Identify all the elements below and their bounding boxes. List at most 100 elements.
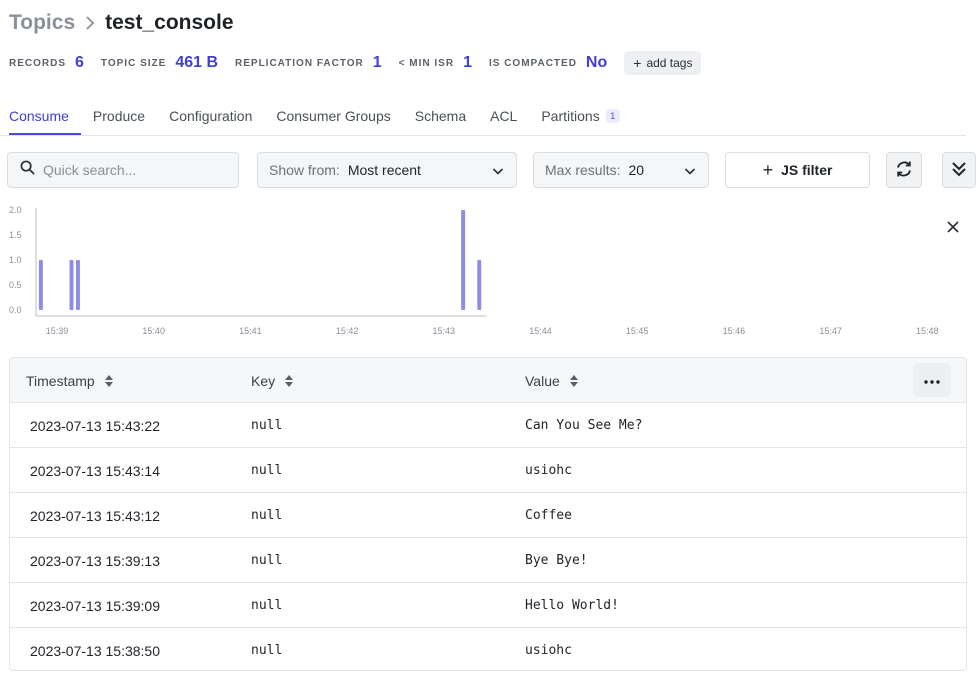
cell-key: null	[251, 418, 283, 433]
stat-is-compacted: IS COMPACTED No	[489, 54, 607, 72]
chevron-right-icon	[85, 16, 95, 30]
chevron-down-icon	[492, 164, 504, 180]
quick-search[interactable]	[7, 152, 239, 188]
cell-key: null	[251, 598, 283, 613]
column-settings-button[interactable]	[913, 363, 951, 397]
search-input[interactable]	[43, 162, 223, 178]
add-tags-button[interactable]: + add tags	[624, 51, 702, 75]
stat-replication-factor: REPLICATION FACTOR 1	[235, 54, 382, 72]
column-label: Timestamp	[26, 372, 95, 389]
message-histogram: 2.0 1.5 1.0 0.5 0.0 15:39 15:40 15:41 15:42 15:43…	[9, 205, 939, 336]
x-tick-label: 15:41	[239, 326, 262, 336]
show-from-label: Show from:	[269, 162, 340, 178]
max-results-value: 20	[628, 162, 645, 178]
partitions-count-badge: 1	[605, 109, 620, 123]
stat-value: No	[585, 54, 608, 71]
column-header-key[interactable]: Key	[251, 358, 294, 403]
cell-timestamp: 2023-07-13 15:43:12	[30, 507, 160, 524]
column-header-value[interactable]: Value	[525, 358, 579, 403]
histogram-bar	[69, 260, 74, 310]
tab-partitions[interactable]: Partitions 1	[529, 98, 631, 134]
y-tick-label: 1.5	[9, 230, 22, 240]
tab-configuration[interactable]: Configuration	[157, 98, 264, 134]
cell-value: Can You See Me?	[525, 418, 643, 433]
tab-label: Partitions	[541, 108, 600, 124]
tab-schema[interactable]: Schema	[403, 98, 478, 134]
x-tick-label: 15:48	[916, 326, 939, 336]
stat-value: 1	[463, 54, 472, 71]
page-title: test_console	[105, 11, 234, 34]
stat-label: < MIN ISR	[398, 57, 455, 69]
table-row[interactable]: 2023-07-13 15:38:50 null usiohc	[10, 628, 966, 670]
stat-min-isr: < MIN ISR 1	[399, 54, 472, 72]
tab-consume[interactable]: Consume	[0, 98, 81, 135]
search-icon	[20, 160, 35, 180]
breadcrumb-topics-link[interactable]: Topics	[9, 11, 75, 35]
tab-label: Consumer Groups	[276, 108, 391, 124]
expand-button[interactable]	[942, 152, 976, 188]
tab-produce[interactable]: Produce	[81, 98, 157, 134]
refresh-button[interactable]	[886, 152, 922, 188]
histogram-bar	[477, 260, 482, 310]
x-tick-label: 15:47	[819, 326, 842, 336]
x-tick-label: 15:44	[529, 326, 552, 336]
show-from-value: Most recent	[347, 162, 421, 178]
cell-value: usiohc	[525, 643, 572, 658]
add-tags-label: add tags	[646, 56, 693, 70]
js-filter-button[interactable]: + JS filter	[725, 152, 870, 188]
y-tick-label: 0.5	[9, 280, 22, 290]
close-icon[interactable]	[945, 219, 961, 235]
column-label: Value	[525, 372, 560, 389]
x-tick-label: 15:46	[723, 326, 746, 336]
topic-stats: RECORDS 6 TOPIC SIZE 461 B REPLICATION F…	[9, 51, 702, 75]
table-row[interactable]: 2023-07-13 15:39:13 null Bye Bye!	[10, 538, 966, 583]
stat-value: 461 B	[175, 54, 219, 71]
cell-key: null	[251, 553, 283, 568]
double-chevron-down-icon	[951, 160, 967, 181]
sort-icon	[284, 374, 294, 388]
cell-key: null	[251, 643, 283, 658]
chevron-down-icon	[684, 164, 696, 180]
stat-label: REPLICATION FACTOR	[235, 57, 364, 69]
column-header-timestamp[interactable]: Timestamp	[26, 358, 114, 403]
tab-label: Consume	[9, 108, 69, 124]
js-filter-label: JS filter	[781, 162, 833, 178]
cell-timestamp: 2023-07-13 15:39:13	[30, 552, 160, 569]
table-row[interactable]: 2023-07-13 15:43:14 null usiohc	[10, 448, 966, 493]
tab-acl[interactable]: ACL	[478, 98, 529, 134]
cell-value: usiohc	[525, 463, 572, 478]
plus-icon: +	[762, 159, 774, 180]
more-horizontal-icon	[924, 371, 940, 389]
table-row[interactable]: 2023-07-13 15:39:09 null Hello World!	[10, 583, 966, 628]
tab-label: Schema	[414, 108, 467, 124]
sort-icon	[104, 374, 114, 388]
x-tick-label: 15:40	[142, 326, 165, 336]
column-label: Key	[251, 372, 276, 389]
table-row[interactable]: 2023-07-13 15:43:12 null Coffee	[10, 493, 966, 538]
stat-label: RECORDS	[9, 57, 67, 69]
x-tick-label: 15:39	[46, 326, 69, 336]
show-from-select[interactable]: Show from: Most recent	[257, 152, 517, 188]
tab-label: Produce	[92, 108, 146, 124]
y-tick-label: 1.0	[9, 255, 22, 265]
cell-key: null	[251, 508, 283, 523]
max-results-select[interactable]: Max results: 20	[533, 152, 709, 188]
stat-value: 1	[372, 54, 382, 71]
x-tick-label: 15:42	[336, 326, 359, 336]
tab-label: ACL	[490, 108, 518, 124]
stat-label: IS COMPACTED	[488, 57, 577, 69]
cell-value: Coffee	[525, 508, 572, 523]
max-results-label: Max results:	[545, 162, 621, 178]
breadcrumb: Topics test_console	[9, 9, 234, 37]
tab-consumer-groups[interactable]: Consumer Groups	[264, 98, 402, 134]
histogram-bar	[75, 260, 80, 310]
x-tick-label: 15:43	[433, 326, 456, 336]
cell-timestamp: 2023-07-13 15:38:50	[30, 642, 160, 659]
y-tick-label: 2.0	[9, 205, 22, 215]
cell-key: null	[251, 463, 283, 478]
histogram-bar	[461, 210, 466, 310]
y-tick-label: 0.0	[9, 305, 22, 315]
refresh-icon	[894, 159, 914, 182]
cell-timestamp: 2023-07-13 15:39:09	[30, 597, 160, 614]
table-row[interactable]: 2023-07-13 15:43:22 null Can You See Me?	[10, 403, 966, 448]
